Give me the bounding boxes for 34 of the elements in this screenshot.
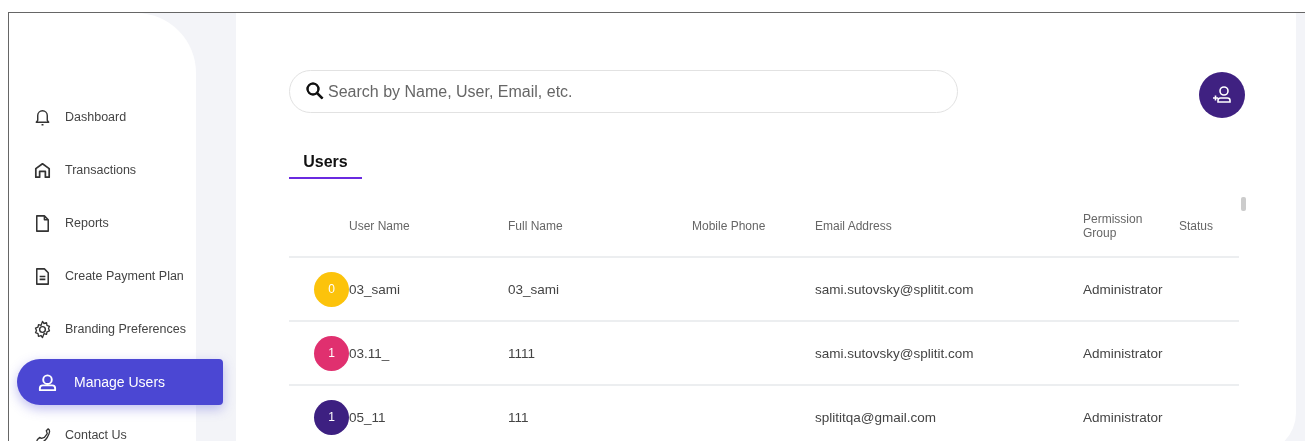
column-header: Email Address xyxy=(815,219,893,233)
table-cell-text: splititqa@gmail.com xyxy=(815,409,937,425)
table-cell-text: Administrator xyxy=(1083,409,1164,425)
table-cell-text: Administrator xyxy=(1083,345,1164,361)
scrollbar-thumb[interactable] xyxy=(1241,197,1246,211)
sidebar-item[interactable]: Contact Us xyxy=(17,412,223,441)
sidebar-item[interactable]: Create Payment Plan xyxy=(17,253,223,299)
table-cell-text: sami.sutovsky@splitit.com xyxy=(815,345,975,361)
sidebar-item[interactable]: Dashboard xyxy=(17,94,223,140)
table-cell-text: 1111 xyxy=(508,345,537,361)
avatar-badge: 1 xyxy=(314,335,349,371)
column-header: Mobile Phone xyxy=(692,219,767,233)
table-cell-text: sami.sutovsky@splitit.com xyxy=(815,281,975,297)
column-header: Permission Group xyxy=(1083,212,1144,240)
tab[interactable]: Users xyxy=(289,150,362,179)
settings-icon xyxy=(32,318,53,340)
sidebar-item[interactable]: Branding Preferences xyxy=(17,306,223,352)
user-icon xyxy=(37,371,58,393)
search-field[interactable]: Search by Name, User, Email, etc. xyxy=(289,70,958,113)
table-cell: 05_11 xyxy=(349,409,386,425)
sidebar-item[interactable]: Transactions xyxy=(17,147,223,193)
column-header: Full Name xyxy=(508,219,564,233)
table-cell-text: 111 xyxy=(508,409,530,425)
table-cell: 03.11_ xyxy=(349,345,390,361)
avatar-badge: 1 xyxy=(314,399,349,435)
sidebar-item[interactable]: Manage Users xyxy=(17,359,223,405)
table-cell-text: Administrator xyxy=(1083,281,1164,297)
column-header: User Name xyxy=(348,219,411,233)
table-cell-text: 03_sami xyxy=(508,281,561,297)
avatar-badge: 0 xyxy=(314,271,349,307)
sidebar-item[interactable]: Reports xyxy=(17,200,223,246)
column-header: Status xyxy=(1179,219,1215,233)
add-user-button[interactable] xyxy=(1199,72,1245,118)
table-cell: 03_sami xyxy=(349,281,401,297)
